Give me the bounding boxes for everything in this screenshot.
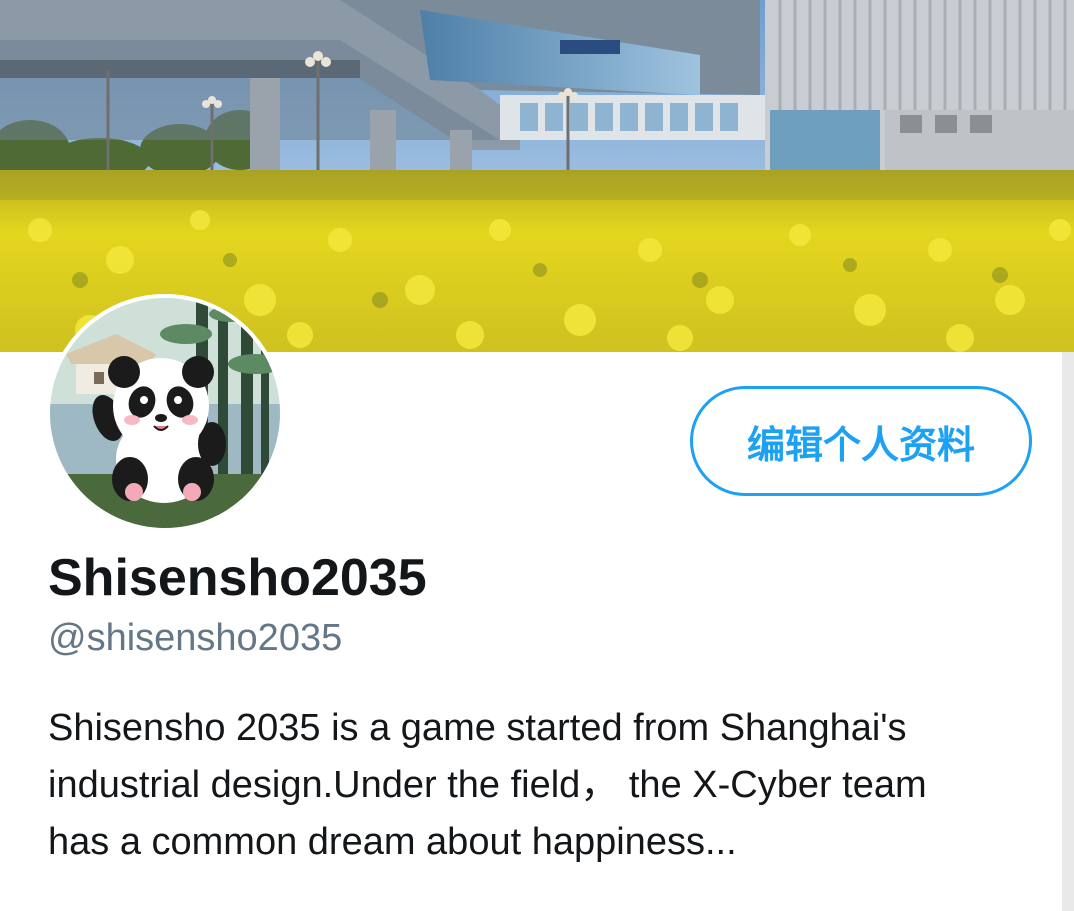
profile-display-name: Shisensho2035: [48, 549, 427, 607]
scrollbar[interactable]: [1062, 352, 1074, 911]
edit-profile-button[interactable]: 编辑个人资料: [690, 386, 1032, 496]
bio-line: industrial design.Under the field， the X…: [48, 764, 927, 806]
profile-bio: Shisensho 2035 is a game started from Sh…: [48, 700, 1038, 871]
bio-line: has a common dream about happiness...: [48, 821, 737, 863]
bio-line: Shisensho 2035 is a game started from Sh…: [48, 707, 907, 749]
profile-handle: @shisensho2035: [48, 617, 343, 659]
profile-avatar[interactable]: [46, 294, 284, 532]
